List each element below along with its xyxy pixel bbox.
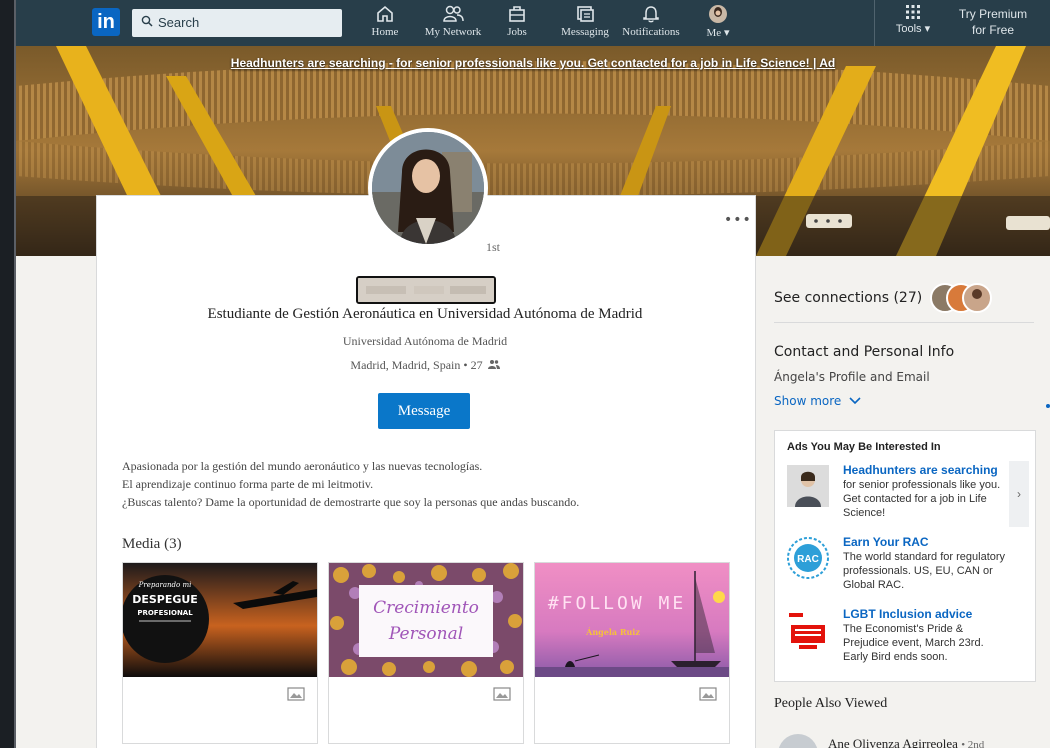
media-2-line-2: Personal <box>388 624 463 644</box>
nav-jobs-label: Jobs <box>507 26 527 38</box>
nav-messaging-label: Messaging <box>561 26 609 38</box>
show-more-link[interactable]: Show more <box>774 394 861 408</box>
ad-rac-title: Earn Your RAC <box>843 535 929 549</box>
window-left-frame <box>0 0 14 748</box>
media-thumb-crecimiento: Crecimiento Personal <box>329 563 523 677</box>
profile-photo[interactable] <box>368 128 488 248</box>
media-3-line-2: Ángela Ruiz <box>585 627 640 637</box>
nav-my-network[interactable]: My Network <box>418 4 488 44</box>
see-connections-link[interactable]: See connections (27) <box>774 282 999 314</box>
nav-tools[interactable]: Tools ▾ <box>888 4 938 44</box>
show-more-label: Show more <box>774 394 842 408</box>
nav-me[interactable]: Me ▾ <box>696 4 740 44</box>
nav-jobs[interactable]: Jobs <box>492 4 542 44</box>
nav-my-network-label: My Network <box>424 26 482 38</box>
nav-me-label: Me ▾ <box>706 27 730 39</box>
media-thumb-follow-me: #FOLLOW ME Ángela Ruiz <box>535 563 729 677</box>
people-also-viewed-entry[interactable]: Ane Olivenza Agirreolea • 2nd <box>828 736 984 748</box>
people-also-viewed-avatar[interactable] <box>778 734 818 748</box>
ad-lgbt-desc: The Economist's Pride & Prejudice event,… <box>843 623 984 663</box>
more-options-icon[interactable]: ••• <box>724 212 752 228</box>
rail-divider <box>774 322 1034 323</box>
search-placeholder: Search <box>158 15 200 30</box>
rac-logo-text: RAC <box>797 554 819 565</box>
nav-notifications[interactable]: Notifications <box>618 4 684 44</box>
connection-degree: 1st <box>486 240 501 254</box>
ads-next-arrow[interactable]: › <box>1009 461 1029 527</box>
media-thumb-despegue: Preparando mi DESPEGUE PROFESIONAL <box>123 563 317 677</box>
ad-lgbt-title: LGBT Inclusion advice <box>843 607 973 621</box>
ads-panel: Ads You May Be Interested In Headhunters… <box>774 430 1036 682</box>
media-section-title: Media (3) <box>122 536 182 552</box>
profile-name-redacted <box>356 276 496 304</box>
linkedin-page: in Search Home My Network Jobs Messaging… <box>16 0 1050 748</box>
banner-ad-link[interactable]: Headhunters are searching - for senior p… <box>16 56 1050 70</box>
avatar-icon <box>709 5 727 23</box>
media-item-follow-me[interactable]: #FOLLOW ME Ángela Ruiz <box>534 562 730 744</box>
ad-rac-logo: RAC <box>787 537 829 579</box>
nav-notifications-label: Notifications <box>622 26 680 38</box>
network-icon <box>443 5 464 22</box>
see-connections-label: See connections (27) <box>774 290 923 306</box>
media-1-line-3: PROFESIONAL <box>137 609 193 617</box>
contact-info-heading: Contact and Personal Info <box>774 344 955 360</box>
profile-location: Madrid, Madrid, Spain • 27 <box>350 358 483 372</box>
chevron-down-icon <box>849 397 861 405</box>
nav-separator <box>874 0 875 46</box>
nav-messaging[interactable]: Messaging <box>556 4 614 44</box>
media-1-line-2: DESPEGUE <box>132 593 198 606</box>
nav-tools-label: Tools ▾ <box>895 23 931 35</box>
home-icon <box>377 5 393 22</box>
connections-avatars <box>929 283 992 313</box>
pav-person-degree: • 2nd <box>961 739 985 748</box>
summary-line-1: Apasionada por la gestión del mundo aero… <box>122 459 483 473</box>
media-1-line-1: Preparando mi <box>138 581 192 589</box>
summary-line-2: El aprendizaje continuo forma parte de m… <box>122 477 374 491</box>
contact-info-subtitle: Ángela's Profile and Email <box>774 370 930 384</box>
profile-location-connections: Madrid, Madrid, Spain • 27 <box>112 358 738 373</box>
scroll-indicator-dot <box>1046 404 1050 408</box>
jobs-icon <box>509 6 525 22</box>
grid-icon <box>906 5 920 19</box>
ads-heading: Ads You May Be Interested In <box>787 441 941 453</box>
people-also-viewed-heading: People Also Viewed <box>774 696 888 711</box>
profile-summary: Apasionada por la gestión del mundo aero… <box>122 457 732 511</box>
ad-headhunters-title: Headhunters are searching <box>843 463 998 477</box>
image-icon <box>287 687 305 701</box>
ad-rac-desc: The world standard for regulatory profes… <box>843 551 1006 591</box>
search-icon <box>141 15 153 27</box>
messaging-icon <box>577 6 594 22</box>
try-premium-link[interactable]: Try Premium for Free <box>950 6 1036 38</box>
image-icon <box>493 687 511 701</box>
ad-lgbt-image <box>787 609 829 651</box>
media-3-line-1: #FOLLOW ME <box>548 593 686 614</box>
top-nav-bar: in Search Home My Network Jobs Messaging… <box>16 0 1050 46</box>
profile-headline: Estudiante de Gestión Aeronáutica en Uni… <box>207 306 643 322</box>
image-icon <box>699 687 717 701</box>
search-input[interactable]: Search <box>132 9 342 37</box>
summary-line-3: ¿Buscas talento? Dame la oportunidad de … <box>122 495 580 509</box>
pav-person-name: Ane Olivenza Agirreolea <box>828 736 958 748</box>
linkedin-logo[interactable]: in <box>92 8 120 36</box>
media-item-despegue[interactable]: Preparando mi DESPEGUE PROFESIONAL <box>122 562 318 744</box>
premium-line-2: for Free <box>971 23 1014 37</box>
ad-headhunters-desc: for senior professionals like you. Get c… <box>843 479 1001 519</box>
ad-headhunters-image <box>787 465 829 507</box>
bell-icon <box>643 6 659 23</box>
nav-home[interactable]: Home <box>360 4 410 44</box>
nav-home-label: Home <box>371 26 399 38</box>
profile-school[interactable]: Universidad Autónoma de Madrid <box>112 334 738 349</box>
premium-line-1: Try Premium <box>958 7 1028 21</box>
media-item-crecimiento[interactable]: Crecimiento Personal <box>328 562 524 744</box>
message-button[interactable]: Message <box>378 393 470 429</box>
media-2-line-1: Crecimiento <box>373 598 479 618</box>
connections-icon[interactable] <box>487 359 500 369</box>
